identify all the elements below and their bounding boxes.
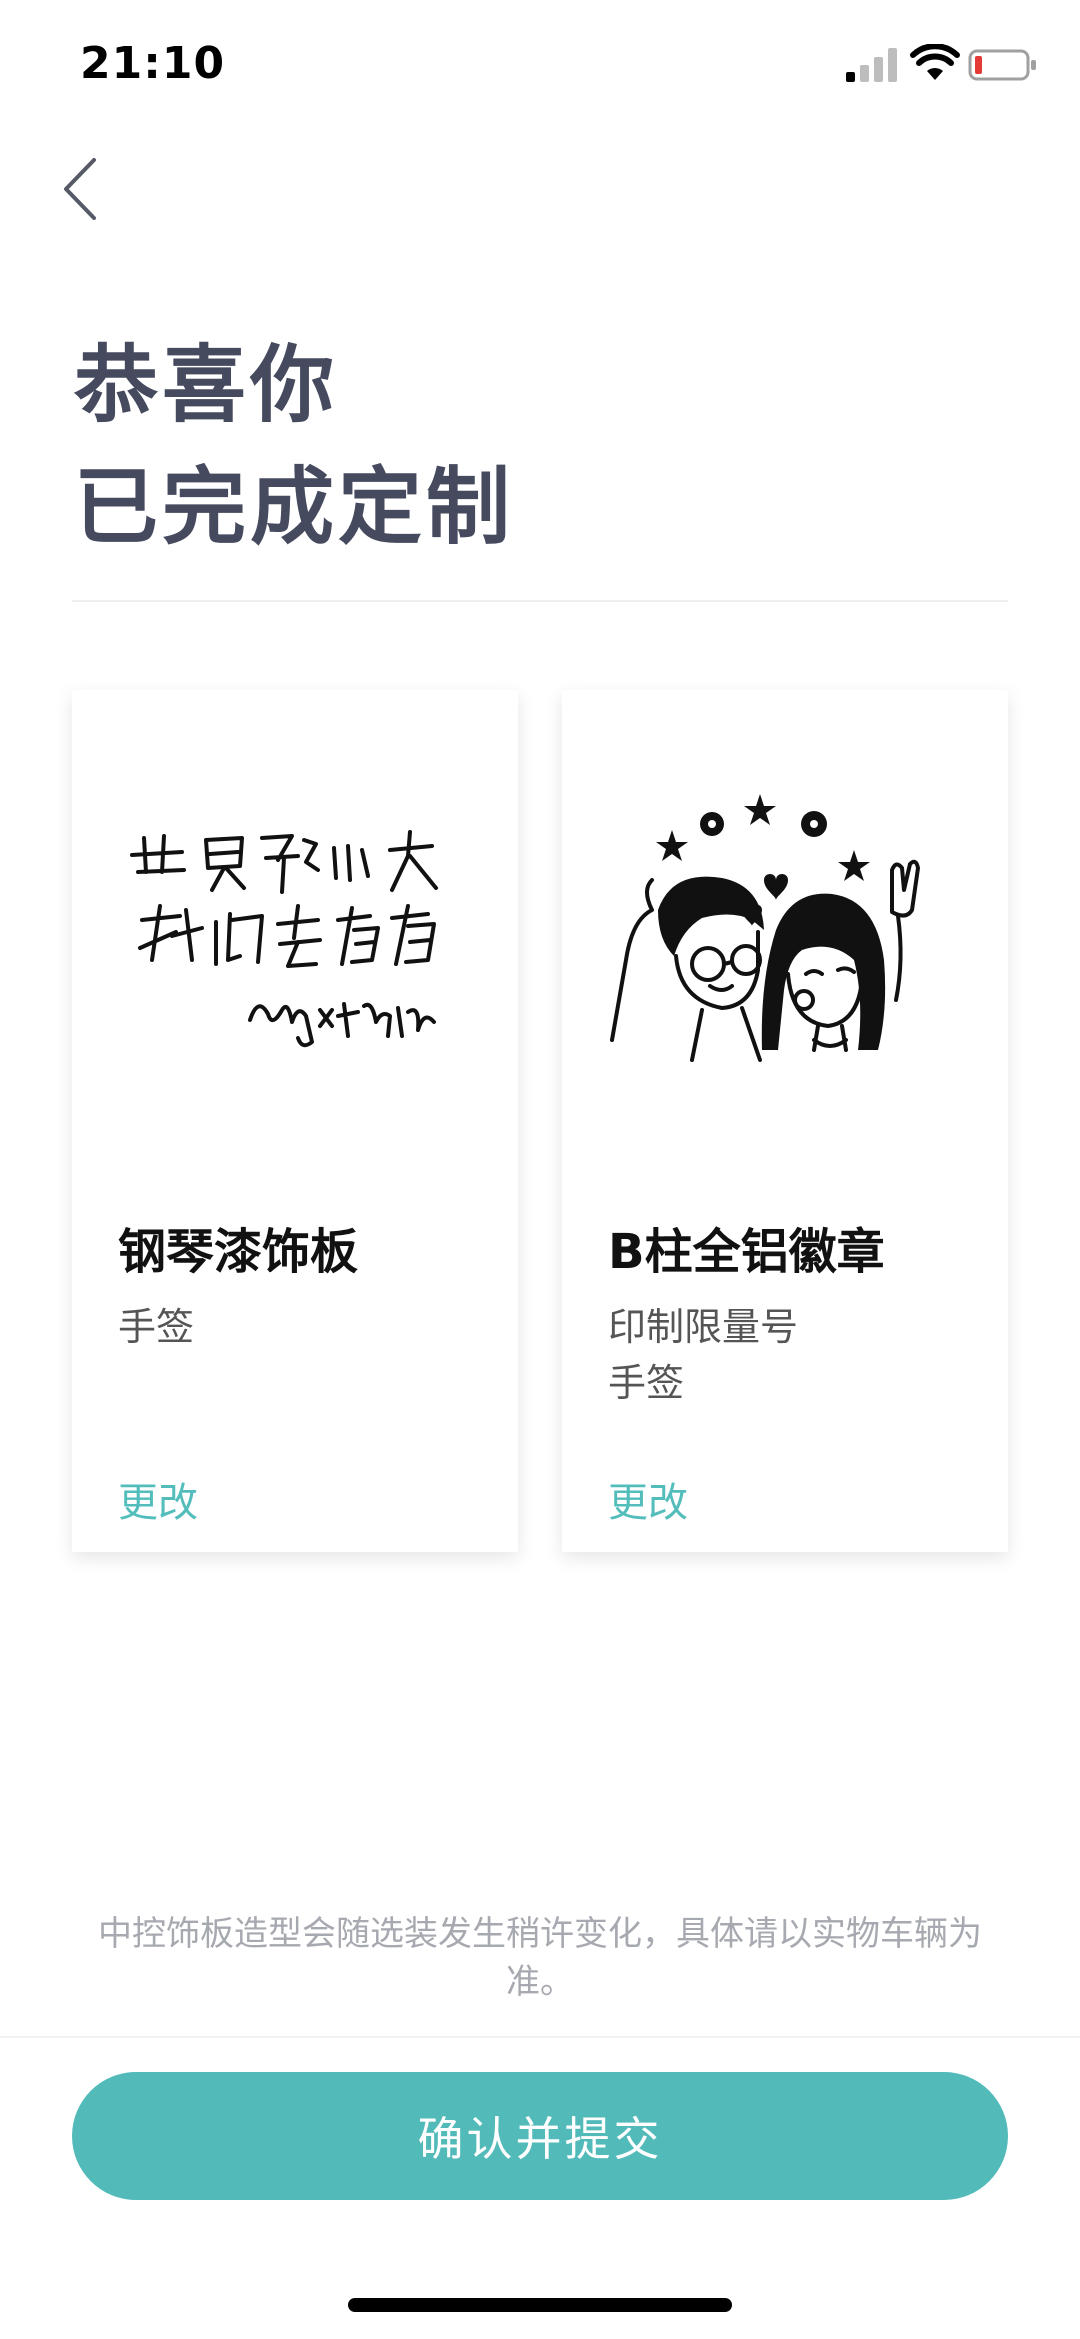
- back-arrow-icon[interactable]: [56, 154, 106, 224]
- change-button[interactable]: 更改: [118, 1470, 198, 1528]
- cellular-signal-icon: [846, 48, 897, 82]
- customization-card-b-pillar-badge: B柱全铝徽章 印制限量号 手签 更改: [562, 690, 1008, 1552]
- status-time: 21:10: [80, 38, 226, 89]
- page-title-line2: 已完成定制: [74, 458, 515, 556]
- signature-image: [130, 830, 438, 1048]
- page-title-line1: 恭喜你: [74, 336, 339, 434]
- card-option: 手签: [608, 1361, 685, 1405]
- card-option: 印制限量号: [608, 1305, 799, 1349]
- card-option: 手签: [118, 1305, 195, 1349]
- footer-divider: [0, 2036, 1080, 2038]
- card-title: B柱全铝徽章: [608, 1224, 885, 1280]
- couple-illustration-image: [610, 794, 920, 1062]
- disclaimer-note: 中控饰板造型会随选装发生稍许变化，具体请以实物车辆为准。: [98, 1914, 982, 2002]
- card-title: 钢琴漆饰板: [118, 1224, 359, 1280]
- confirm-submit-button[interactable]: 确认并提交: [72, 2072, 1008, 2200]
- change-button[interactable]: 更改: [608, 1470, 688, 1528]
- home-indicator[interactable]: [348, 2298, 732, 2312]
- wifi-icon: [910, 44, 960, 80]
- customization-card-trim-panel: 钢琴漆饰板 手签 更改: [72, 690, 518, 1552]
- battery-low-icon: [968, 49, 1036, 81]
- divider: [72, 600, 1008, 602]
